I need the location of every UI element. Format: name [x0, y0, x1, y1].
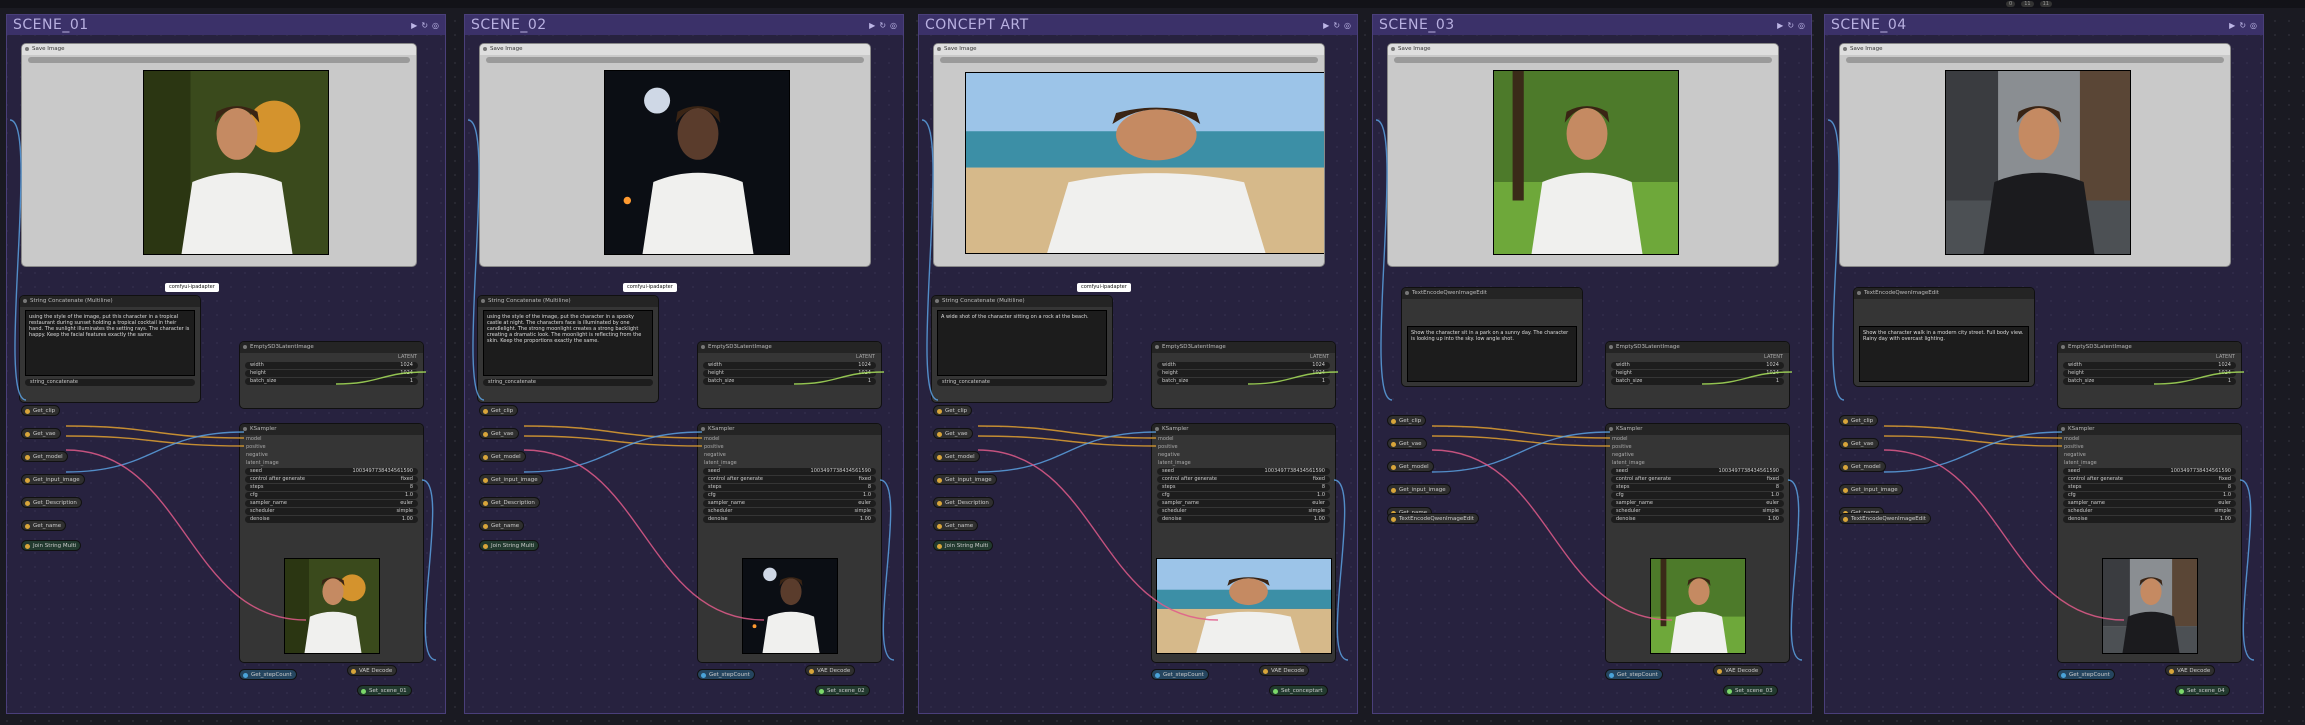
link-wire	[1883, 449, 2125, 621]
link-wire	[65, 449, 307, 621]
link-wire	[1431, 449, 1673, 621]
link-wire	[9, 119, 27, 401]
link-wire	[1333, 479, 1349, 661]
link-wires	[9, 119, 2255, 661]
link-wire	[1827, 119, 1845, 401]
link-wire	[793, 371, 885, 385]
link-wire	[1375, 119, 1393, 401]
link-wire	[467, 119, 485, 401]
link-wire	[977, 449, 1219, 621]
link-wire	[523, 449, 765, 621]
link-wire	[921, 119, 939, 401]
link-wire	[2153, 371, 2245, 385]
link-wire	[1247, 371, 1339, 385]
link-wire	[1787, 479, 1803, 661]
link-wire	[879, 479, 895, 661]
link-wire	[421, 479, 437, 661]
link-wire	[2239, 479, 2255, 661]
link-wire	[1701, 371, 1793, 385]
link-wire	[335, 371, 427, 385]
node-canvas[interactable]: 0 11 11 SCENE_01 ▶ ↻ ◎ Save Image String Conc…	[0, 0, 2305, 725]
